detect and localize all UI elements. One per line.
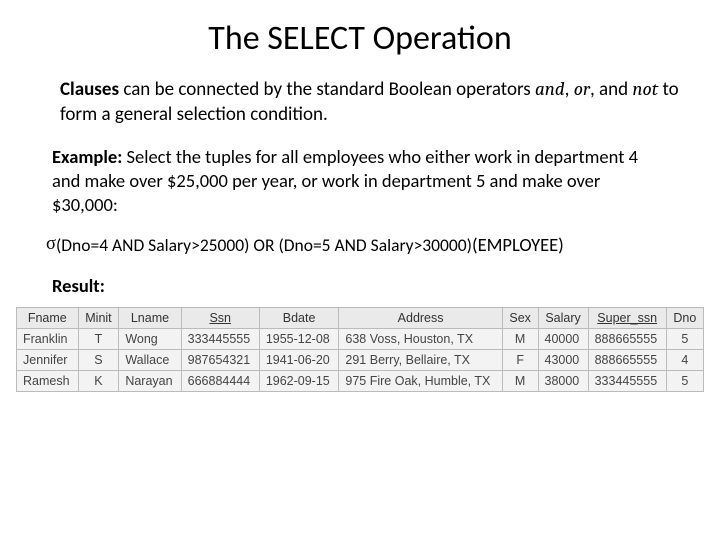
result-table: FnameMinitLnameSsnBdateAddressSexSalaryS… xyxy=(16,307,704,392)
cell-lname: Wong xyxy=(119,328,181,349)
formula: σ(Dno=4 AND Salary>25000) OR (Dno=5 AND … xyxy=(46,232,702,256)
cell-fname: Jennifer xyxy=(17,349,79,370)
col-sex: Sex xyxy=(502,307,538,328)
intro-text: Clauses can be connected by the standard… xyxy=(60,77,682,127)
cell-sex: M xyxy=(502,328,538,349)
slide: The SELECT Operation Clauses can be conn… xyxy=(0,0,720,392)
cell-address: 638 Voss, Houston, TX xyxy=(339,328,502,349)
col-dno: Dno xyxy=(666,307,703,328)
result-table-wrap: FnameMinitLnameSsnBdateAddressSexSalaryS… xyxy=(16,307,704,392)
result-label: Result: xyxy=(52,274,712,297)
col-address: Address xyxy=(339,307,502,328)
op-or: or xyxy=(574,78,590,100)
op-and: and xyxy=(535,78,565,100)
cell-salary: 40000 xyxy=(538,328,588,349)
example-label: Example: xyxy=(52,145,122,168)
intro-sep1: , xyxy=(565,78,574,101)
cell-lname: Narayan xyxy=(119,370,181,391)
cell-super_ssn: 888665555 xyxy=(588,349,666,370)
cell-super_ssn: 888665555 xyxy=(588,328,666,349)
example-text: Select the tuples for all employees who … xyxy=(52,145,638,216)
cell-ssn: 333445555 xyxy=(181,328,259,349)
cell-salary: 38000 xyxy=(538,370,588,391)
col-super_ssn: Super_ssn xyxy=(588,307,666,328)
col-salary: Salary xyxy=(538,307,588,328)
col-bdate: Bdate xyxy=(259,307,339,328)
table-row: RameshKNarayan6668844441962-09-15975 Fir… xyxy=(17,370,704,391)
sigma-symbol: σ xyxy=(46,232,56,254)
cell-sex: M xyxy=(502,370,538,391)
cell-lname: Wallace xyxy=(119,349,181,370)
cell-fname: Franklin xyxy=(17,328,79,349)
cell-bdate: 1962-09-15 xyxy=(259,370,339,391)
cell-bdate: 1941-06-20 xyxy=(259,349,339,370)
cell-ssn: 987654321 xyxy=(181,349,259,370)
cell-minit: T xyxy=(78,328,119,349)
col-minit: Minit xyxy=(78,307,119,328)
table-row: JenniferSWallace9876543211941-06-20291 B… xyxy=(17,349,704,370)
cell-ssn: 666884444 xyxy=(181,370,259,391)
table-row: FranklinTWong3334455551955-12-08638 Voss… xyxy=(17,328,704,349)
formula-subscript: (Dno=4 AND Salary>25000) OR (Dno=5 AND S… xyxy=(56,234,472,256)
cell-minit: K xyxy=(78,370,119,391)
example-block: Example: Select the tuples for all emplo… xyxy=(52,145,668,217)
cell-dno: 5 xyxy=(666,328,703,349)
intro-sep2: , and xyxy=(590,78,632,101)
cell-fname: Ramesh xyxy=(17,370,79,391)
cell-super_ssn: 333445555 xyxy=(588,370,666,391)
intro-bold: Clauses xyxy=(60,78,119,101)
cell-dno: 4 xyxy=(666,349,703,370)
op-not: not xyxy=(632,78,658,100)
cell-dno: 5 xyxy=(666,370,703,391)
formula-arg: (EMPLOYEE) xyxy=(472,233,564,256)
col-ssn: Ssn xyxy=(181,307,259,328)
cell-address: 975 Fire Oak, Humble, TX xyxy=(339,370,502,391)
cell-bdate: 1955-12-08 xyxy=(259,328,339,349)
cell-sex: F xyxy=(502,349,538,370)
col-fname: Fname xyxy=(17,307,79,328)
table-header-row: FnameMinitLnameSsnBdateAddressSexSalaryS… xyxy=(17,307,704,328)
cell-salary: 43000 xyxy=(538,349,588,370)
intro-rest1: can be connected by the standard Boolean… xyxy=(119,78,535,101)
cell-minit: S xyxy=(78,349,119,370)
page-title: The SELECT Operation xyxy=(8,18,712,59)
cell-address: 291 Berry, Bellaire, TX xyxy=(339,349,502,370)
col-lname: Lname xyxy=(119,307,181,328)
table-body: FranklinTWong3334455551955-12-08638 Voss… xyxy=(17,328,704,391)
